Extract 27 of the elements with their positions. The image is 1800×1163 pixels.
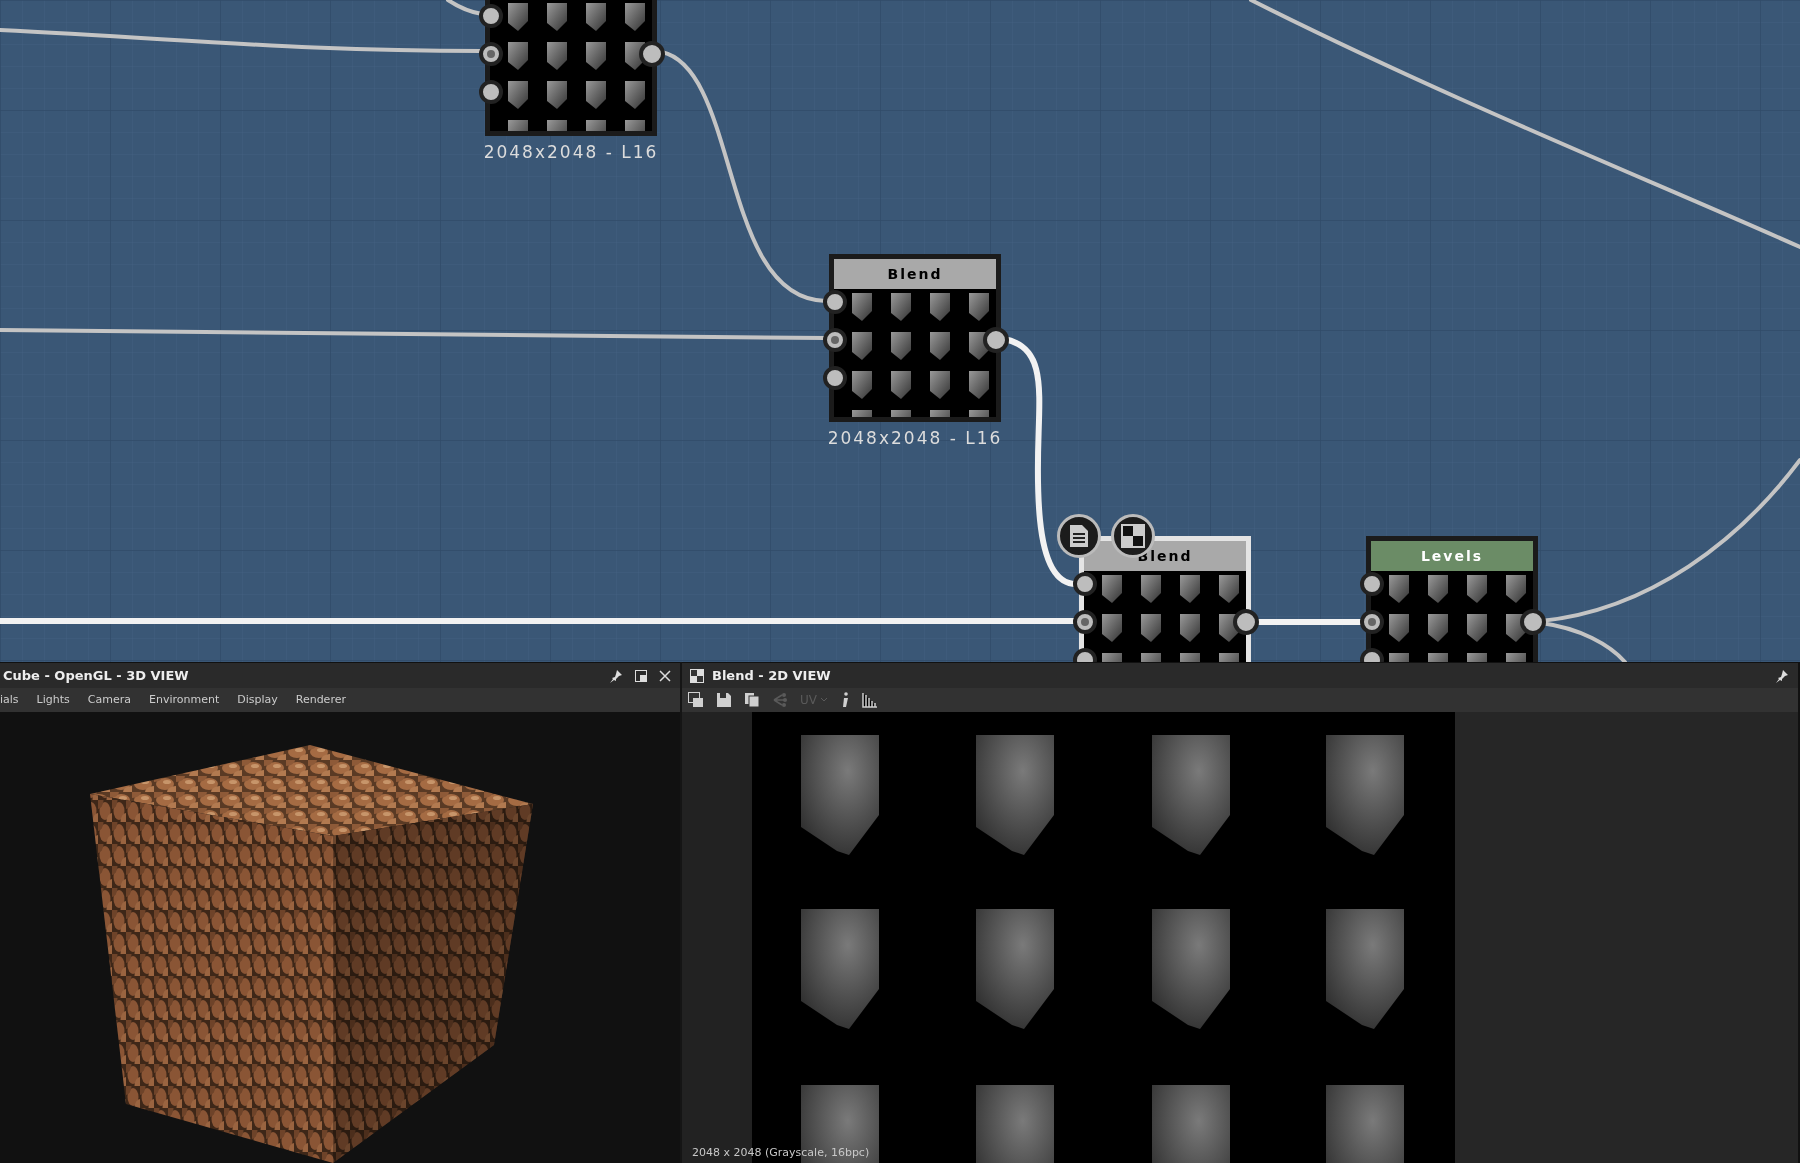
menu-item[interactable]: Environment: [148, 691, 220, 709]
node-resolution-label: 2048x2048 - L16: [826, 427, 1004, 450]
menu-item[interactable]: Camera: [87, 691, 131, 709]
copy-icon[interactable]: [744, 692, 760, 708]
image-info-label: 2048 x 2048 (Grayscale, 16bpc): [692, 1144, 870, 1161]
info-icon[interactable]: [840, 692, 850, 708]
view-icon[interactable]: [688, 692, 704, 708]
panel-title: Cube - OpenGL - 3D VIEW: [3, 666, 189, 685]
checker-icon: [1121, 524, 1145, 548]
save-icon[interactable]: [716, 692, 732, 708]
checker-icon: [690, 668, 704, 683]
panel-title: Blend - 2D VIEW: [712, 666, 831, 685]
menu-item[interactable]: Renderer: [295, 691, 346, 709]
restore-icon[interactable]: [635, 669, 647, 682]
document-icon: [1069, 524, 1089, 548]
menu-item[interactable]: ials: [0, 691, 19, 709]
node-title: Blend: [834, 259, 996, 289]
graph-node[interactable]: Blend: [829, 254, 1001, 422]
caret-icon: [820, 697, 828, 703]
histogram-icon[interactable]: [862, 692, 878, 708]
close-icon[interactable]: [659, 669, 671, 682]
node-title: Levels: [1371, 541, 1533, 571]
menu-item[interactable]: Lights: [36, 691, 70, 709]
pin-icon[interactable]: [609, 668, 623, 683]
node-resolution-label: 2048x2048 - L16: [482, 141, 660, 164]
menu-item[interactable]: Display: [237, 691, 278, 709]
pin-icon[interactable]: [1775, 668, 1789, 683]
